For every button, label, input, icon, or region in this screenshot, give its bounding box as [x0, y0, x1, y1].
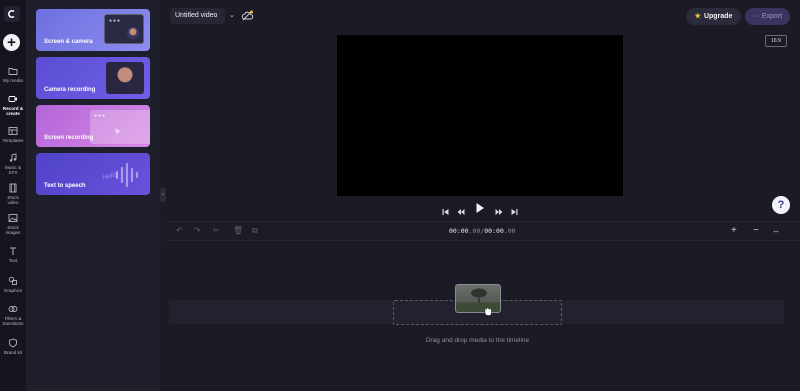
nav-label: My media: [3, 78, 23, 83]
window-dots-icon: ●●●: [94, 113, 107, 119]
play-icon: [476, 203, 484, 213]
export-label: Export: [761, 13, 783, 20]
logo-icon: [8, 10, 15, 18]
export-button[interactable]: ··· Export: [745, 8, 790, 25]
skip-back-icon: [442, 209, 449, 215]
skip-to-end-button[interactable]: [511, 203, 518, 215]
project-title-field[interactable]: Untitled video: [170, 8, 225, 24]
help-button[interactable]: ?: [772, 196, 790, 214]
nav-item-templates[interactable]: Templates: [0, 126, 26, 143]
screen-and-camera-card[interactable]: ●●● Screen & camera: [36, 9, 150, 51]
star-icon: ★: [694, 13, 701, 20]
cursor-icon: [115, 128, 121, 136]
chevron-down-icon[interactable]: ⌄: [229, 11, 235, 19]
nav-item-brand-kit[interactable]: Brand kit: [0, 338, 26, 355]
nav-label: Filters & transitions: [2, 316, 24, 326]
film-icon: [9, 183, 17, 193]
nav-item-my-media[interactable]: My media: [0, 66, 26, 83]
record-create-panel: ●●● Screen & camera Camera recording ●●●…: [26, 0, 160, 391]
nav-item-graphics[interactable]: Graphics: [0, 276, 26, 293]
grab-cursor-icon: [484, 307, 492, 316]
soundwave-icon: [115, 162, 139, 188]
dragged-media-thumbnail[interactable]: [455, 284, 501, 316]
camera-recording-card[interactable]: Camera recording: [36, 57, 150, 99]
nav-item-music-sfx[interactable]: Music & SFX: [0, 153, 26, 175]
delete-icon[interactable]: 🗑: [233, 226, 243, 236]
skip-to-start-button[interactable]: [442, 203, 449, 215]
duplicate-icon[interactable]: ⧉: [252, 226, 258, 236]
total-time: 00:00: [484, 227, 504, 235]
camera-portrait-thumbnail: [106, 62, 144, 94]
undo-icon[interactable]: ↶: [176, 226, 183, 236]
nav-label: Text: [8, 258, 18, 263]
nav-label: Stock video: [7, 195, 19, 205]
current-time: 00:00: [449, 227, 469, 235]
nav-label: Stock images: [5, 225, 21, 235]
rewind-button[interactable]: [457, 203, 465, 215]
nav-item-filters-transitions[interactable]: Filters & transitions: [0, 304, 26, 326]
nav-label: Templates: [2, 138, 24, 143]
filters-icon: [8, 306, 18, 312]
text-icon: [10, 247, 16, 255]
add-media-button[interactable]: +: [3, 34, 20, 51]
nav-item-text[interactable]: Text: [0, 246, 26, 263]
screen-thumbnail: ●●●: [90, 110, 150, 144]
drop-hint-text: Drag and drop media to the timeline: [425, 337, 530, 344]
card-label: Screen & camera: [44, 39, 93, 45]
folder-icon: [8, 68, 18, 75]
app-logo[interactable]: [4, 6, 20, 22]
shapes-icon: [8, 276, 17, 285]
total-frames: .00: [503, 227, 516, 235]
more-icon: ···: [752, 13, 762, 20]
nav-item-stock-video[interactable]: Stock video: [0, 183, 26, 205]
fit-timeline-icon[interactable]: ↔: [772, 225, 780, 237]
play-button[interactable]: [475, 201, 485, 213]
shield-icon: [9, 338, 17, 348]
nav-item-stock-images[interactable]: Stock images: [0, 213, 26, 235]
zoom-out-button[interactable]: −: [753, 225, 759, 237]
skip-forward-icon: [511, 209, 518, 215]
current-frames: .00: [468, 227, 481, 235]
upgrade-label: Upgrade: [703, 13, 733, 20]
timecode-display: 00:00.00/00:00.00: [449, 227, 516, 235]
nav-label: Brand kit: [3, 350, 23, 355]
upgrade-button[interactable]: ★ Upgrade: [686, 8, 741, 25]
fast-forward-icon: [495, 209, 503, 215]
camera-icon: [8, 96, 17, 102]
screen-camera-thumbnail: ●●●: [104, 14, 144, 44]
music-icon: [9, 153, 17, 162]
templates-icon: [8, 127, 18, 135]
video-preview[interactable]: [337, 35, 623, 196]
window-dots-icon: ●●●: [109, 18, 122, 24]
text-to-speech-card[interactable]: Hello Text to speech: [36, 153, 150, 195]
webcam-bubble-icon: [127, 27, 139, 39]
rewind-icon: [457, 209, 465, 215]
nav-item-record-create[interactable]: Record & create: [0, 94, 26, 116]
split-icon[interactable]: ✂: [213, 226, 220, 236]
card-label: Screen recording: [44, 135, 94, 141]
cloud-sync-off-icon[interactable]: [241, 10, 254, 21]
nav-label: Music & SFX: [4, 165, 22, 175]
nav-rail: + My media Record & create Templates Mus…: [0, 0, 26, 391]
image-icon: [8, 214, 18, 222]
fast-forward-button[interactable]: [495, 203, 503, 215]
screen-recording-card[interactable]: ●●● Screen recording: [36, 105, 150, 147]
card-label: Text to speech: [44, 183, 86, 189]
nav-label: Record & create: [2, 106, 24, 116]
collapse-panel-handle[interactable]: ‹: [160, 188, 166, 202]
aspect-ratio-button[interactable]: 16:9: [765, 35, 787, 47]
redo-icon[interactable]: ↷: [194, 226, 201, 236]
clipchamp-editor: + My media Record & create Templates Mus…: [0, 0, 800, 391]
nav-label: Graphics: [3, 288, 23, 293]
tree-image-icon: [471, 288, 487, 303]
zoom-in-button[interactable]: +: [731, 225, 737, 237]
card-label: Camera recording: [44, 87, 96, 93]
